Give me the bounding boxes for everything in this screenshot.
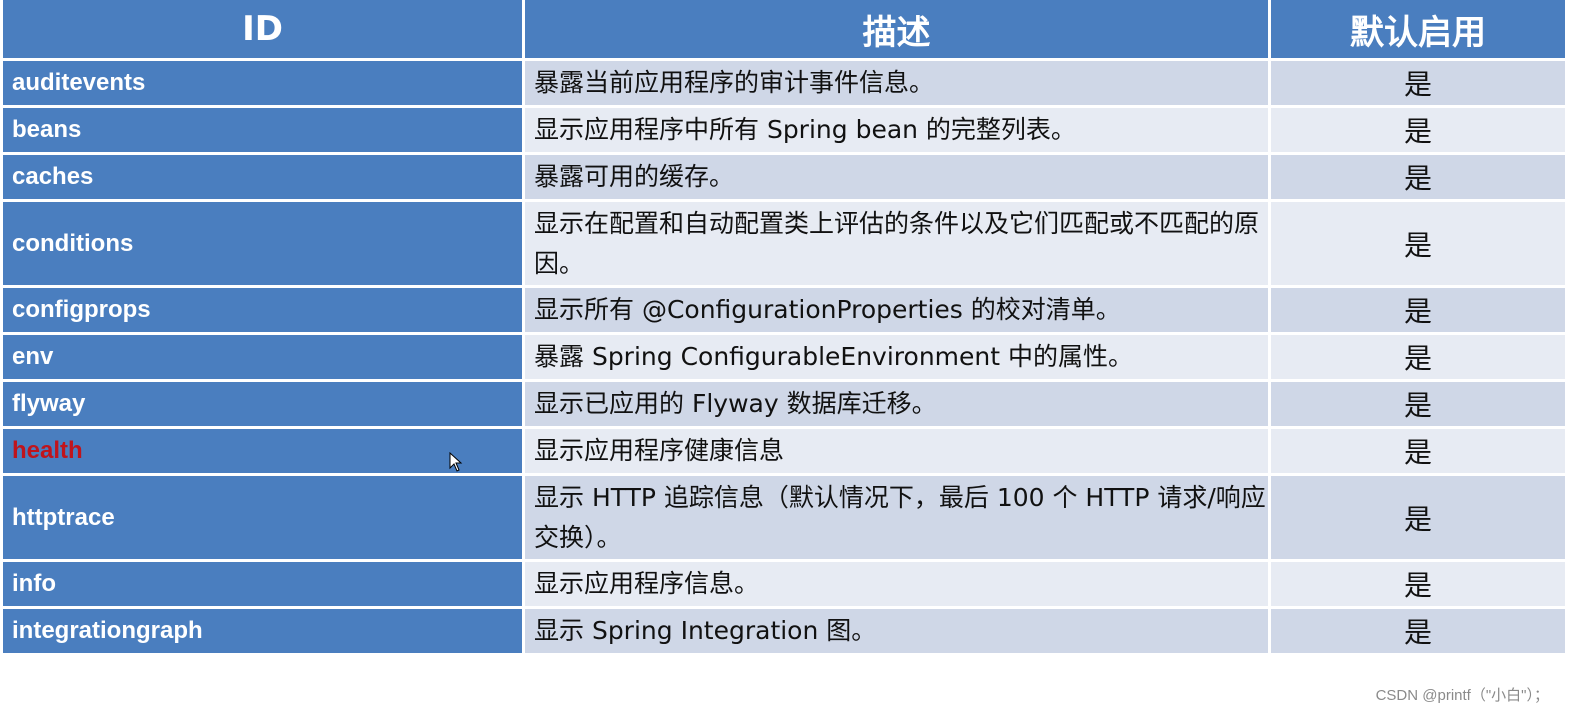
endpoint-id: caches xyxy=(3,155,525,202)
endpoint-description: 暴露 Spring ConfigurableEnvironment 中的属性。 xyxy=(525,335,1271,382)
endpoint-id: configprops xyxy=(3,288,525,335)
endpoints-table: ID 描述 默认启用 auditevents 暴露当前应用程序的审计事件信息。是 b… xyxy=(3,0,1568,656)
table-row: configprops 显示所有 @ConfigurationProperties… xyxy=(3,288,1568,335)
default-enabled-value: 是 xyxy=(1271,382,1568,429)
default-enabled-value: 是 xyxy=(1271,155,1568,202)
default-enabled-value: 是 xyxy=(1271,288,1568,335)
default-enabled-value: 是 xyxy=(1271,61,1568,108)
default-enabled-value: 是 xyxy=(1271,335,1568,382)
table-row: integrationgraph 显示 Spring Integration 图。… xyxy=(3,609,1568,656)
endpoint-description: 显示应用程序中所有 Spring bean 的完整列表。 xyxy=(525,108,1271,155)
mouse-cursor-icon xyxy=(449,452,463,472)
endpoint-description: 显示 HTTP 追踪信息（默认情况下，最后 100 个 HTTP 请求/响应交换… xyxy=(525,476,1271,562)
endpoint-description: 显示在配置和自动配置类上评估的条件以及它们匹配或不匹配的原因。 xyxy=(525,202,1271,288)
default-enabled-value: 是 xyxy=(1271,476,1568,562)
table-row: env 暴露 Spring ConfigurableEnvironment 中的属… xyxy=(3,335,1568,382)
endpoint-description: 显示已应用的 Flyway 数据库迁移。 xyxy=(525,382,1271,429)
endpoint-id: env xyxy=(3,335,525,382)
table-row: health 显示应用程序健康信息是 xyxy=(3,429,1568,476)
endpoint-id: auditevents xyxy=(3,61,525,108)
endpoint-description: 显示所有 @ConfigurationProperties 的校对清单。 xyxy=(525,288,1271,335)
endpoint-description: 暴露可用的缓存。 xyxy=(525,155,1271,202)
header-description: 描述 xyxy=(525,0,1271,61)
table-row: conditions 显示在配置和自动配置类上评估的条件以及它们匹配或不匹配的原因… xyxy=(3,202,1568,288)
table-row: info 显示应用程序信息。是 xyxy=(3,562,1568,609)
endpoint-id: health xyxy=(3,429,525,476)
endpoint-id: beans xyxy=(3,108,525,155)
table-row: httptrace 显示 HTTP 追踪信息（默认情况下，最后 100 个 HTT… xyxy=(3,476,1568,562)
endpoint-id: httptrace xyxy=(3,476,525,562)
header-default-enabled: 默认启用 xyxy=(1271,0,1568,61)
endpoint-description: 显示 Spring Integration 图。 xyxy=(525,609,1271,656)
endpoint-description: 暴露当前应用程序的审计事件信息。 xyxy=(525,61,1271,108)
endpoint-id: flyway xyxy=(3,382,525,429)
endpoint-id: info xyxy=(3,562,525,609)
default-enabled-value: 是 xyxy=(1271,609,1568,656)
table-row: auditevents 暴露当前应用程序的审计事件信息。是 xyxy=(3,61,1568,108)
table-row: caches 暴露可用的缓存。是 xyxy=(3,155,1568,202)
default-enabled-value: 是 xyxy=(1271,202,1568,288)
default-enabled-value: 是 xyxy=(1271,108,1568,155)
endpoint-id: integrationgraph xyxy=(3,609,525,656)
watermark: CSDN @printf（"小白"）； xyxy=(1375,687,1549,704)
endpoint-description: 显示应用程序健康信息 xyxy=(525,429,1271,476)
header-row: ID 描述 默认启用 xyxy=(3,0,1568,61)
table-row: flyway 显示已应用的 Flyway 数据库迁移。是 xyxy=(3,382,1568,429)
endpoint-id: conditions xyxy=(3,202,525,288)
table-row: beans 显示应用程序中所有 Spring bean 的完整列表。是 xyxy=(3,108,1568,155)
default-enabled-value: 是 xyxy=(1271,429,1568,476)
default-enabled-value: 是 xyxy=(1271,562,1568,609)
header-id: ID xyxy=(3,0,525,61)
endpoint-description: 显示应用程序信息。 xyxy=(525,562,1271,609)
